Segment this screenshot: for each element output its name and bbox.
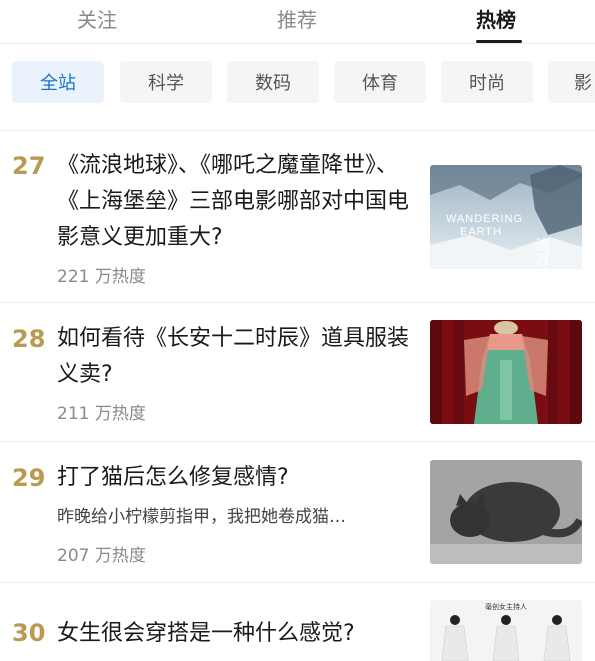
- question-title[interactable]: 打了猫后怎么修复感情?: [57, 460, 415, 496]
- heat-count: 211 万热度: [57, 404, 146, 424]
- active-tab-indicator: [476, 40, 522, 43]
- category-fashion[interactable]: 时尚: [441, 61, 533, 103]
- hot-list-item[interactable]: 28 如何看待《长安十二时辰》道具服装义卖? 211 万热度: [0, 303, 595, 441]
- rank-number: 28: [12, 325, 46, 353]
- poster-title-en: WANDERING: [446, 213, 523, 225]
- heat-count: 221 万热度: [57, 267, 146, 287]
- tab-hot-list[interactable]: 热榜: [451, 4, 541, 33]
- thumbnail[interactable]: [430, 460, 582, 564]
- tab-recommend[interactable]: 推荐: [252, 4, 342, 33]
- outfit-photo-image: 毫创女主持人: [430, 600, 582, 661]
- hot-list-item[interactable]: 27 《流浪地球》、《哪吒之魔童降世》、《上海堡垒》三部电影哪部对中国电影意义更…: [0, 132, 595, 302]
- category-science[interactable]: 科学: [120, 61, 212, 103]
- poster-subtitle-en: EARTH: [460, 226, 502, 238]
- divider: [0, 130, 595, 131]
- rank-number: 27: [12, 152, 46, 180]
- thumbnail[interactable]: WANDERING EARTH 流浪地球: [430, 165, 582, 269]
- thumbnail[interactable]: 毫创女主持人: [430, 600, 582, 661]
- hot-list-item[interactable]: 30 女生很会穿搭是一种什么感觉? 毫创女主持人: [0, 583, 595, 661]
- tab-follow[interactable]: 关注: [52, 4, 142, 33]
- cat-photo-image: [430, 460, 582, 564]
- wandering-earth-poster-image: WANDERING EARTH 流浪地球: [430, 165, 582, 269]
- thumbnail[interactable]: [430, 320, 582, 424]
- question-title[interactable]: 如何看待《长安十二时辰》道具服装义卖?: [57, 321, 415, 393]
- rank-number: 29: [12, 464, 46, 492]
- question-title[interactable]: 女生很会穿搭是一种什么感觉?: [57, 616, 415, 652]
- category-film[interactable]: 影: [548, 61, 595, 103]
- hot-list-item[interactable]: 29 打了猫后怎么修复感情? 昨晚给小柠檬剪指甲，我把她卷成猫… 207 万热度: [0, 442, 595, 582]
- category-all[interactable]: 全站: [12, 61, 104, 103]
- category-bar: 全站 科学 数码 体育 时尚 影: [0, 61, 595, 105]
- question-title[interactable]: 《流浪地球》、《哪吒之魔童降世》、《上海堡垒》三部电影哪部对中国电影意义更加重大…: [57, 148, 415, 256]
- costume-photo-image: [430, 320, 582, 424]
- category-sports[interactable]: 体育: [334, 61, 426, 103]
- heat-count: 207 万热度: [57, 546, 146, 566]
- category-digital[interactable]: 数码: [227, 61, 319, 103]
- answer-excerpt: 昨晚给小柠檬剪指甲，我把她卷成猫…: [57, 507, 346, 527]
- top-tab-bar: 关注 推荐 热榜: [0, 0, 595, 44]
- poster-title-zh: 流浪地球: [533, 237, 551, 269]
- thumb-caption: 毫创女主持人: [485, 602, 527, 611]
- rank-number: 30: [12, 619, 46, 647]
